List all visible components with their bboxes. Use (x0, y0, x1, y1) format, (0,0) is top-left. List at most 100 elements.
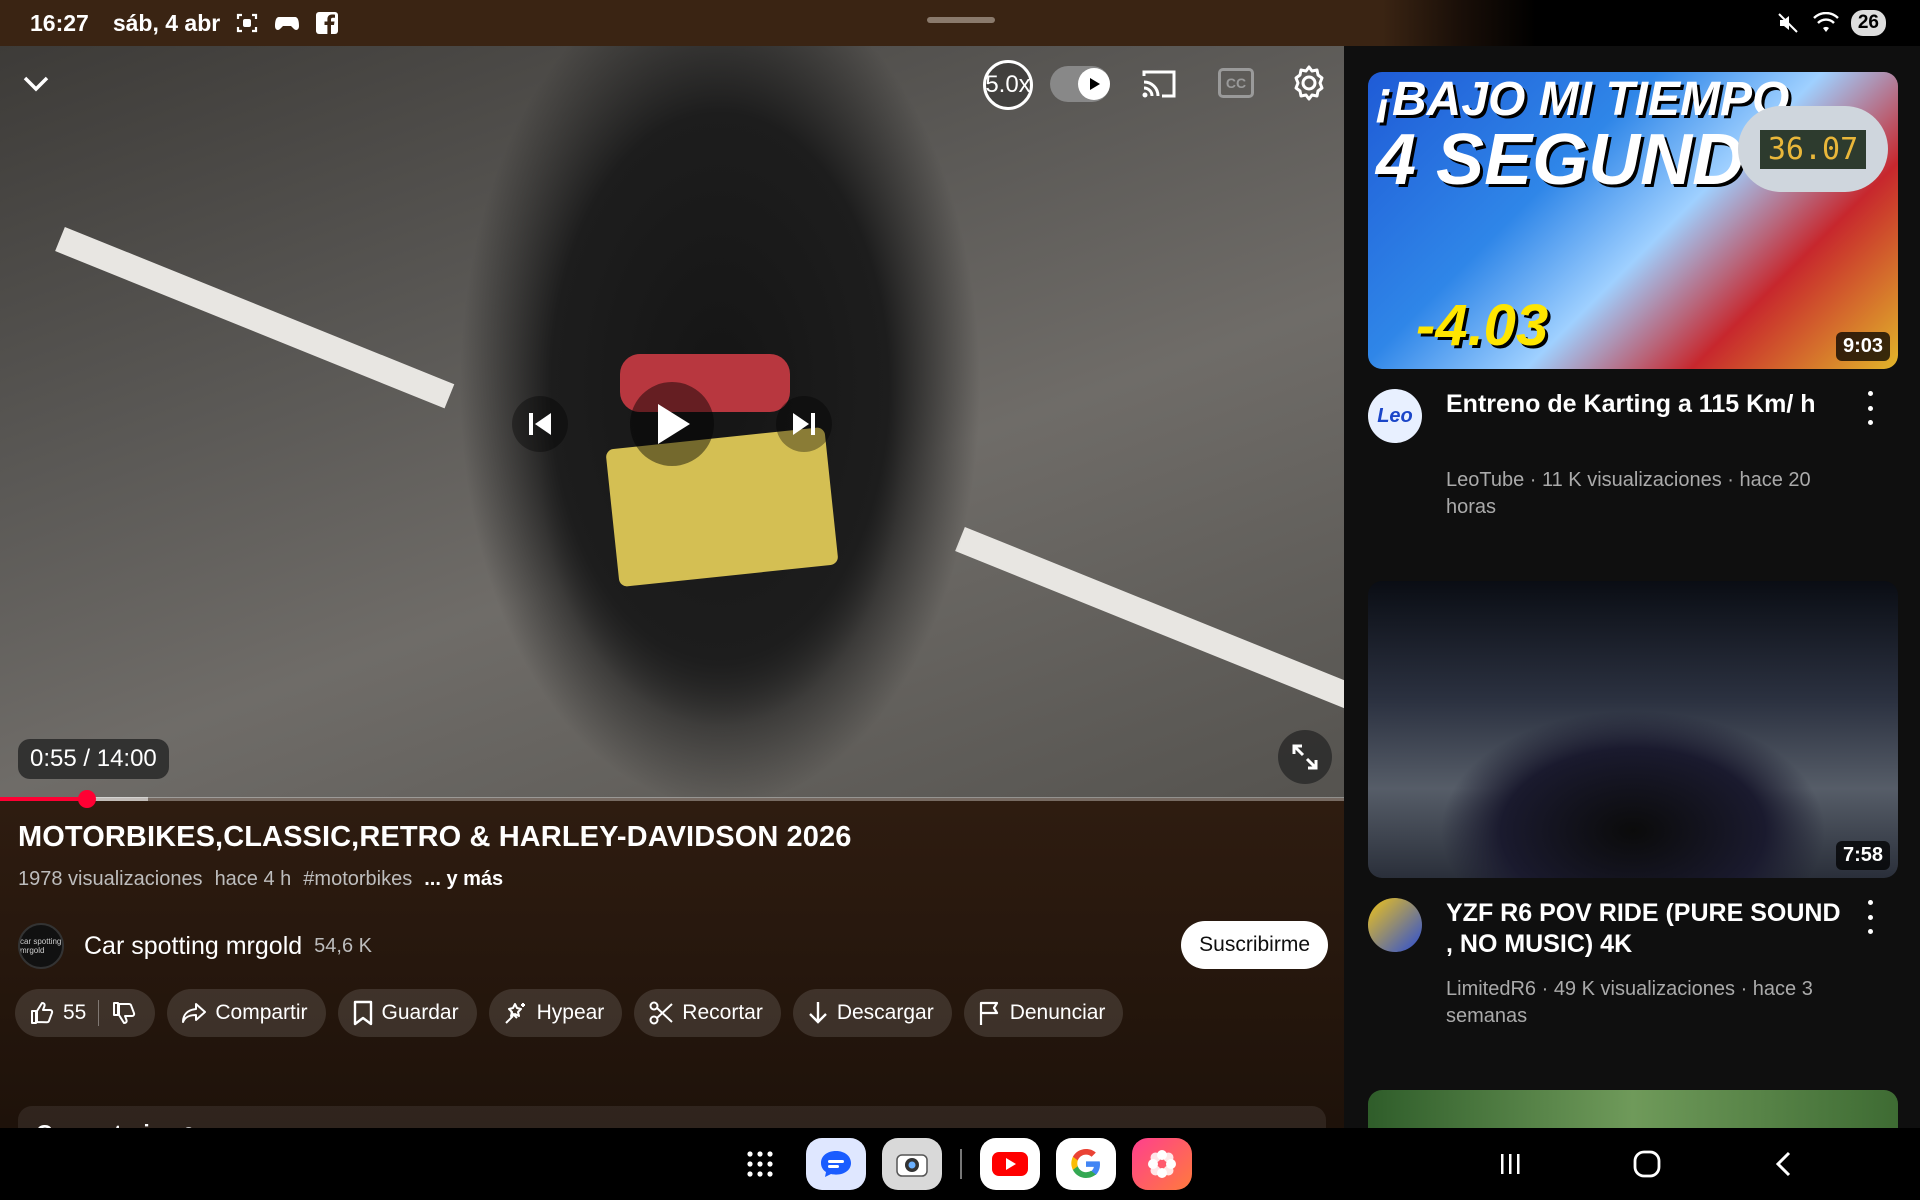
play-icon (1090, 78, 1100, 90)
video-thumbnail[interactable]: ¡BAJO MI TIEMPO 4 SEGUNDOS! 36.07 -4.03 … (1368, 72, 1898, 369)
battery-indicator: 26 (1850, 10, 1886, 36)
chevron-down-icon (23, 76, 49, 92)
save-button[interactable]: Guardar (337, 989, 477, 1037)
progress-scrubber[interactable] (78, 790, 97, 808)
chip-divider (98, 1000, 100, 1026)
next-video-button[interactable] (776, 396, 832, 452)
download-icon (808, 1002, 827, 1024)
like-dislike-chip[interactable]: 55 (15, 989, 156, 1037)
fullscreen-button[interactable] (1278, 730, 1332, 784)
share-label: Compartir (215, 1001, 308, 1024)
settings-button[interactable] (1288, 62, 1330, 104)
more-options-icon[interactable] (1860, 391, 1880, 425)
avatar[interactable] (1368, 898, 1422, 952)
play-button[interactable] (630, 382, 714, 466)
wifi-icon (1813, 10, 1839, 36)
gallery-icon[interactable] (1132, 1138, 1192, 1190)
dock-divider (960, 1149, 962, 1179)
status-bar: 16:27 sáb, 4 abr 26 (0, 0, 1920, 46)
recommended-video-title[interactable]: Entreno de Karting a 115 Km/ h (1446, 389, 1846, 420)
report-label: Denunciar (1009, 1001, 1106, 1024)
google-icon[interactable] (1056, 1138, 1116, 1190)
youtube-icon[interactable] (980, 1138, 1040, 1190)
avatar[interactable]: car spotting mrgold (18, 923, 64, 969)
recents-icon (1501, 1154, 1520, 1174)
action-bar: 55 Compartir Guardar Hypear Recortar Des… (15, 989, 1124, 1037)
like-count: 55 (63, 1001, 87, 1024)
autoplay-knob (1078, 68, 1110, 100)
time-display: 0:55 / 14:00 (18, 739, 169, 779)
play-icon (658, 404, 690, 444)
thumbs-down-icon[interactable] (111, 1000, 137, 1026)
hype-button[interactable]: Hypear (488, 989, 623, 1037)
progress-buffer (87, 797, 148, 801)
mute-icon (1775, 10, 1801, 36)
facebook-icon (314, 10, 340, 36)
upload-age: hace 4 h (214, 868, 292, 890)
app-drawer-icon[interactable] (730, 1138, 790, 1190)
flag-icon (979, 1001, 998, 1025)
progress-bar[interactable] (0, 790, 1344, 808)
scissors-icon (649, 1001, 673, 1025)
share-button[interactable]: Compartir (167, 989, 326, 1037)
recommended-video-card[interactable]: 7:58 YZF R6 POV RIDE (PURE SOUND , NO MU… (1368, 581, 1898, 1028)
video-frame-rider (420, 46, 1020, 798)
video-player[interactable]: 5.0x CC 0:55 / 14:00 (0, 46, 1344, 798)
hype-icon (504, 1003, 525, 1024)
skip-previous-icon (529, 413, 551, 435)
video-thumbnail[interactable]: 7:58 (1368, 581, 1898, 878)
channel-name[interactable]: Car spotting mrgold (84, 932, 302, 961)
video-title: MOTORBIKES,CLASSIC,RETRO & HARLEY-DAVIDS… (18, 821, 852, 853)
recent-apps-button[interactable] (1490, 1144, 1530, 1184)
camera-icon[interactable] (882, 1138, 942, 1190)
video-frame-road-marking (55, 226, 455, 409)
gear-icon (1294, 65, 1324, 101)
navigation-bar (0, 1128, 1920, 1200)
recommended-video-meta: LeoTube · 11 K visualizaciones · hace 20… (1446, 469, 1811, 518)
thumbnail-lap-timer: 36.07 (1738, 106, 1888, 192)
cast-button[interactable] (1140, 66, 1178, 102)
description-more-link[interactable]: ... y más (424, 868, 503, 891)
autoplay-toggle[interactable] (1050, 66, 1110, 102)
screenshot-icon (234, 10, 260, 36)
taskbar-dock (730, 1138, 1192, 1190)
more-options-icon[interactable] (1860, 900, 1880, 934)
skip-next-icon (793, 413, 815, 435)
recommended-video-meta: LimitedR6 · 49 K visualizaciones · hace … (1446, 978, 1813, 1027)
hype-label: Hypear (536, 1001, 605, 1024)
hashtag-link[interactable]: #motorbikes (303, 868, 412, 891)
previous-video-button[interactable] (512, 396, 568, 452)
minimize-player-button[interactable] (18, 66, 54, 102)
video-meta: 1978 visualizaciones hace 4 h #motorbike… (18, 868, 503, 891)
playback-speed-button[interactable]: 5.0x (983, 60, 1033, 110)
clip-button[interactable]: Recortar (634, 989, 781, 1037)
window-drag-handle[interactable] (927, 17, 995, 23)
thumbs-up-icon[interactable] (29, 1000, 55, 1026)
view-count: 1978 visualizaciones (18, 868, 203, 890)
video-duration: 9:03 (1835, 332, 1890, 361)
bookmark-icon (353, 1000, 372, 1026)
home-button[interactable] (1627, 1144, 1667, 1184)
recommended-video-card[interactable]: ¡BAJO MI TIEMPO 4 SEGUNDOS! 36.07 -4.03 … (1368, 72, 1898, 519)
channel-row: car spotting mrgold Car spotting mrgold … (18, 916, 1328, 976)
messages-icon[interactable] (806, 1138, 866, 1190)
video-thumbnail[interactable] (1368, 1090, 1898, 1128)
back-icon (1775, 1151, 1791, 1177)
video-duration: 7:58 (1835, 841, 1890, 870)
download-button[interactable]: Descargar (792, 989, 952, 1037)
recommended-video-title[interactable]: YZF R6 POV RIDE (PURE SOUND , NO MUSIC) … (1446, 898, 1846, 961)
subscriber-count: 54,6 K (314, 934, 372, 957)
save-label: Guardar (381, 1001, 459, 1024)
thumbnail-time-delta: -4.03 (1416, 293, 1549, 358)
share-icon (182, 1003, 207, 1023)
fullscreen-icon (1292, 744, 1318, 770)
recommended-video-card[interactable] (1368, 1090, 1898, 1128)
avatar[interactable]: Leo (1368, 389, 1422, 443)
captions-button[interactable]: CC (1218, 68, 1254, 98)
clip-label: Recortar (682, 1001, 763, 1024)
subscribe-button[interactable]: Suscribirme (1181, 921, 1328, 969)
cast-icon (1142, 70, 1176, 98)
back-button[interactable] (1764, 1144, 1804, 1184)
status-date: sáb, 4 abr (112, 9, 221, 36)
report-button[interactable]: Denunciar (963, 989, 1124, 1037)
